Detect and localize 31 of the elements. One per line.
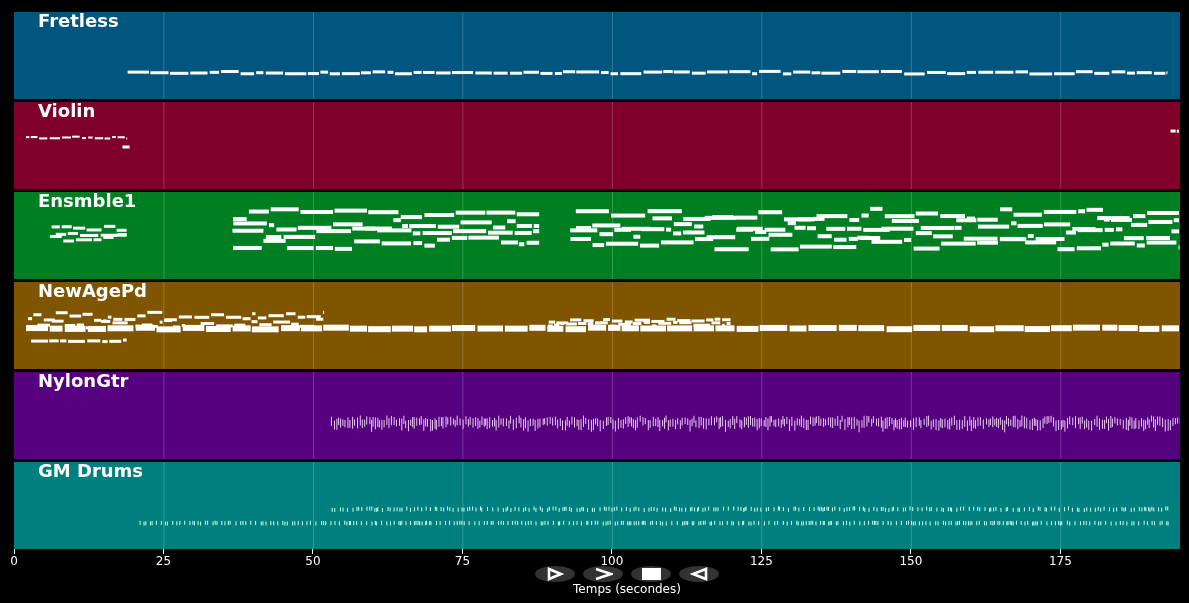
tick-label: 150 bbox=[899, 554, 923, 568]
forward-button[interactable] bbox=[583, 566, 623, 582]
back-button[interactable] bbox=[679, 566, 719, 582]
stop-icon bbox=[641, 567, 661, 581]
tick-mark bbox=[1059, 549, 1061, 554]
track-name: NylonGtr bbox=[38, 370, 129, 392]
back-icon bbox=[689, 567, 709, 581]
tick-mark bbox=[163, 549, 164, 554]
tick-mark bbox=[611, 549, 613, 554]
stop-button[interactable] bbox=[631, 566, 671, 582]
tick-mark bbox=[910, 549, 912, 554]
tick-mark bbox=[760, 549, 762, 554]
track-name: NewAgePd bbox=[38, 280, 147, 302]
track-name: Ensmble1 bbox=[38, 190, 137, 212]
tick-label: 50 bbox=[305, 554, 321, 568]
chevron-icon bbox=[593, 567, 613, 581]
tick-label: 75 bbox=[454, 554, 471, 568]
tick-mark bbox=[312, 549, 314, 554]
play-button[interactable] bbox=[535, 566, 575, 582]
tick-mark bbox=[461, 549, 463, 554]
tick-mark bbox=[13, 549, 15, 554]
track-name: GM Drums bbox=[38, 460, 144, 482]
tick-label: 0 bbox=[10, 554, 18, 568]
track-name: Violin bbox=[38, 100, 96, 122]
tick-label: 25 bbox=[155, 554, 172, 568]
axis-label: Temps (secondes) bbox=[572, 582, 682, 596]
tick-label: 175 bbox=[1048, 554, 1072, 568]
play-icon bbox=[545, 567, 565, 581]
tick-label: 100 bbox=[600, 554, 624, 568]
tick-label: 125 bbox=[749, 554, 773, 568]
track-name: Fretless bbox=[38, 10, 119, 32]
